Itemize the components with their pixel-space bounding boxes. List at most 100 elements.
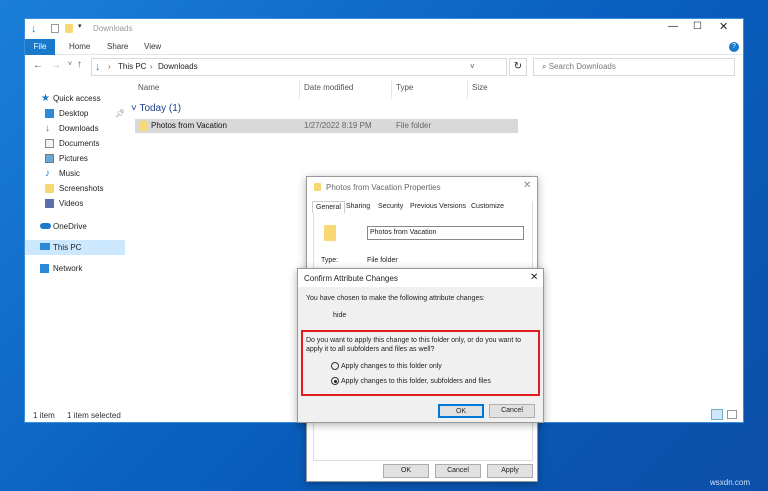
search-icon: ⌕ bbox=[542, 62, 549, 71]
column-divider[interactable] bbox=[391, 81, 392, 99]
search-placeholder: Search Downloads bbox=[548, 62, 616, 71]
column-divider[interactable] bbox=[467, 81, 468, 99]
option-label: Apply changes to this folder only bbox=[341, 362, 442, 370]
nav-screenshots[interactable]: Screenshots bbox=[25, 181, 125, 196]
folder-icon bbox=[314, 183, 321, 191]
breadcrumb-this-pc[interactable]: This PC bbox=[118, 59, 146, 75]
tab-general[interactable]: General bbox=[312, 201, 345, 213]
window-title: Downloads bbox=[93, 24, 133, 33]
computer-icon bbox=[40, 243, 50, 250]
cloud-icon bbox=[40, 223, 51, 229]
type-value: File folder bbox=[367, 257, 398, 264]
new-folder-icon[interactable] bbox=[65, 24, 73, 33]
cancel-button[interactable]: Cancel bbox=[435, 464, 481, 478]
status-count: 1 item bbox=[33, 411, 55, 420]
nav-network[interactable]: Network bbox=[25, 261, 125, 276]
help-icon[interactable]: ? bbox=[729, 42, 739, 52]
refresh-button[interactable]: ↻ bbox=[509, 58, 527, 76]
videos-icon bbox=[45, 199, 54, 208]
tab-home[interactable]: Home bbox=[69, 39, 90, 55]
details-view-button[interactable] bbox=[711, 409, 723, 420]
nav-label: Videos bbox=[59, 199, 84, 208]
nav-quick-access[interactable]: ★ Quick access bbox=[25, 91, 125, 106]
file-name: Photos from Vacation bbox=[151, 121, 227, 130]
folder-icon bbox=[45, 184, 54, 193]
close-button[interactable]: ✕ bbox=[719, 20, 728, 33]
watermark: wsxdn.com bbox=[710, 478, 751, 487]
network-icon bbox=[40, 264, 49, 273]
radio-button[interactable] bbox=[331, 362, 339, 370]
navigation-pane: ★ Quick access Desktop 📌︎ ↓ Downloads Docum… bbox=[25, 91, 125, 391]
ok-button[interactable]: OK bbox=[438, 404, 484, 418]
option-folder-subfolders-files[interactable]: Apply changes to this folder, subfolders… bbox=[331, 377, 491, 385]
close-button[interactable]: ✕ bbox=[530, 272, 538, 283]
apply-button[interactable]: Apply bbox=[487, 464, 533, 478]
breadcrumb-downloads[interactable]: Downloads bbox=[158, 59, 198, 75]
tab-security[interactable]: Security bbox=[378, 203, 403, 210]
pin-icon: 📌︎ bbox=[115, 109, 126, 118]
nav-downloads[interactable]: ↓ Downloads bbox=[25, 121, 125, 136]
address-dropdown-icon[interactable]: ˅ bbox=[470, 59, 475, 75]
large-icons-view-button[interactable] bbox=[727, 410, 737, 419]
nav-label: OneDrive bbox=[53, 222, 87, 231]
column-divider[interactable] bbox=[299, 81, 300, 99]
up-button[interactable]: ↑ bbox=[77, 59, 82, 70]
nav-documents[interactable]: Documents bbox=[25, 136, 125, 151]
tab-file[interactable]: File bbox=[25, 39, 55, 55]
quick-access-down-icon[interactable]: ↓ bbox=[31, 23, 37, 35]
file-type: File folder bbox=[396, 121, 432, 130]
nav-label: Desktop bbox=[59, 109, 89, 118]
radio-button-selected[interactable] bbox=[331, 377, 339, 385]
forward-button[interactable]: → bbox=[51, 60, 61, 71]
option-folder-only[interactable]: Apply changes to this folder only bbox=[331, 362, 442, 370]
tab-customize[interactable]: Customize bbox=[471, 203, 504, 210]
ok-button[interactable]: OK bbox=[383, 464, 429, 478]
recent-dropdown-icon[interactable]: ˅ bbox=[68, 61, 72, 68]
properties-title: Photos from Vacation Properties bbox=[326, 183, 441, 192]
nav-label: Quick access bbox=[53, 94, 101, 103]
column-size[interactable]: Size bbox=[472, 81, 488, 95]
nav-this-pc[interactable]: This PC bbox=[25, 240, 125, 255]
column-date-modified[interactable]: Date modified bbox=[304, 81, 353, 95]
tab-previous-versions[interactable]: Previous Versions bbox=[410, 203, 466, 210]
downloads-icon: ↓ bbox=[45, 123, 50, 134]
confirm-attribute-dialog: Confirm Attribute Changes ✕ You have cho… bbox=[297, 268, 544, 423]
maximize-button[interactable]: ☐ bbox=[693, 21, 702, 32]
nav-onedrive[interactable]: OneDrive bbox=[25, 219, 125, 234]
close-button[interactable]: ✕ bbox=[523, 180, 531, 191]
star-icon: ★ bbox=[41, 93, 50, 104]
music-icon: ♪ bbox=[45, 168, 50, 179]
nav-label: Downloads bbox=[59, 124, 99, 133]
breadcrumb-separator: › bbox=[150, 62, 153, 71]
breadcrumb-separator: › bbox=[108, 62, 111, 71]
nav-label: This PC bbox=[53, 243, 82, 252]
nav-videos[interactable]: Videos bbox=[25, 196, 125, 211]
confirm-title: Confirm Attribute Changes bbox=[304, 274, 398, 283]
tab-sharing[interactable]: Sharing bbox=[346, 203, 370, 210]
cancel-button[interactable]: Cancel bbox=[489, 404, 535, 418]
status-selected: 1 item selected bbox=[67, 411, 121, 420]
minimize-button[interactable]: — bbox=[668, 21, 678, 32]
nav-pictures[interactable]: Pictures bbox=[25, 151, 125, 166]
folder-icon bbox=[139, 121, 148, 131]
tab-view[interactable]: View bbox=[144, 39, 161, 55]
back-button[interactable]: ← bbox=[33, 60, 43, 71]
nav-label: Music bbox=[59, 169, 80, 178]
group-header[interactable]: ˅ Today (1) bbox=[131, 103, 181, 114]
nav-desktop[interactable]: Desktop 📌︎ bbox=[25, 106, 125, 121]
nav-label: Documents bbox=[59, 139, 100, 148]
customize-dropdown-icon[interactable]: ▾ bbox=[78, 22, 82, 30]
nav-label: Pictures bbox=[59, 154, 88, 163]
tab-share[interactable]: Share bbox=[107, 39, 128, 55]
nav-label: Screenshots bbox=[59, 184, 104, 193]
address-bar[interactable]: ↓ › This PC › Downloads ˅ bbox=[91, 58, 507, 76]
folder-name-input[interactable]: Photos from Vacation bbox=[367, 226, 524, 240]
properties-icon[interactable] bbox=[51, 24, 59, 33]
title-bar: ↓ ▾ Downloads — ☐ ✕ bbox=[25, 19, 743, 39]
column-name[interactable]: Name bbox=[138, 81, 159, 95]
column-type[interactable]: Type bbox=[396, 81, 413, 95]
search-input[interactable]: ⌕ Search Downloads bbox=[533, 58, 735, 76]
file-row[interactable]: Photos from Vacation 1/27/2022 8:19 PM F… bbox=[135, 119, 518, 133]
nav-music[interactable]: ♪ Music bbox=[25, 166, 125, 181]
downloads-icon: ↓ bbox=[95, 61, 101, 73]
